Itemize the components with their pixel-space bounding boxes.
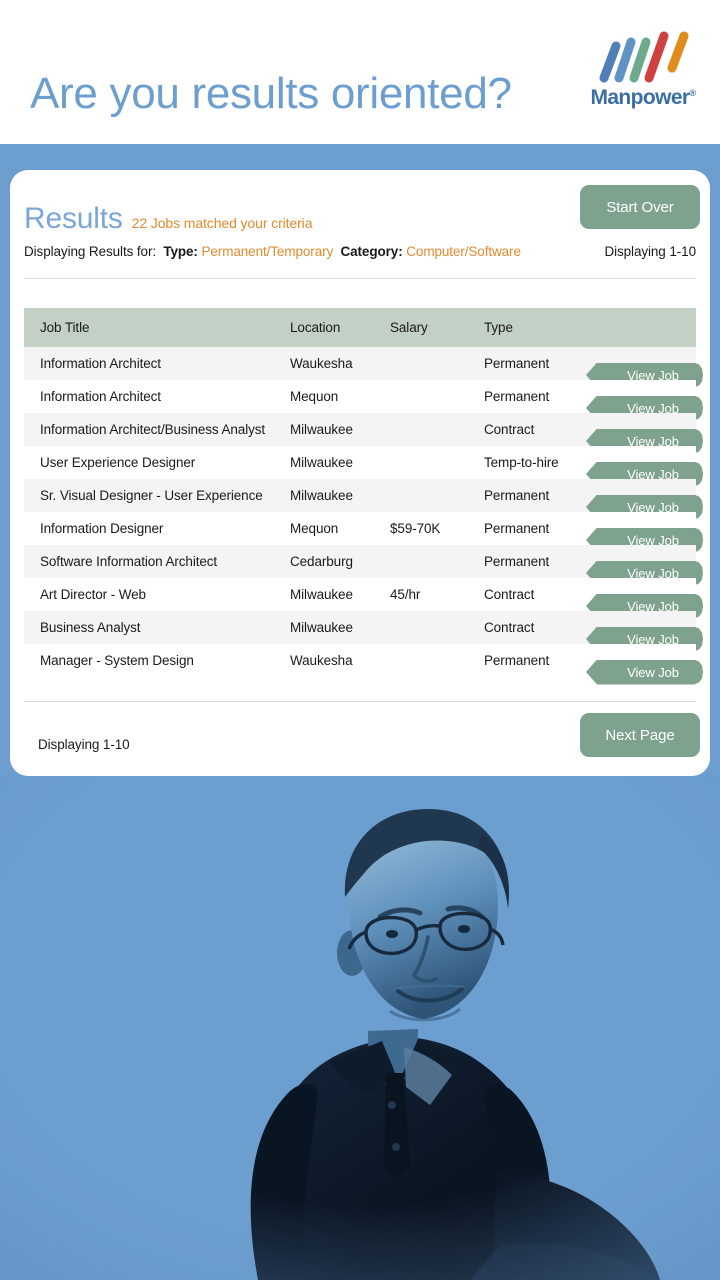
cell-job-title: Information Designer xyxy=(40,521,164,536)
results-heading-row: Results 22 Jobs matched your criteria xyxy=(24,202,312,236)
jobs-table-body: Information Architect Waukesha Permanent Vi… xyxy=(24,347,703,685)
manpower-wordmark: Manpower® xyxy=(588,86,698,110)
table-row: Information Architect/Business Analyst Mi… xyxy=(24,413,703,454)
cell-job-title: Information Architect xyxy=(40,389,161,404)
page-title: Results xyxy=(24,202,123,235)
table-row: Information Architect Mequon Permanent View… xyxy=(24,380,703,421)
criteria-type-value[interactable]: Permanent/Temporary xyxy=(202,244,334,259)
cell-job-title: Information Architect xyxy=(40,356,161,371)
manpower-logo: Manpower® xyxy=(588,28,698,116)
table-row: Software Information Architect Cedarburg P… xyxy=(24,545,703,586)
cell-salary: 45/hr xyxy=(390,587,421,602)
cell-type: Contract xyxy=(484,422,535,437)
manpower-logo-mark-icon xyxy=(599,31,689,83)
cell-location: Waukesha xyxy=(290,653,353,668)
jobs-table-header-row: Job Title Location Salary Type xyxy=(24,308,696,347)
cell-job-title: Sr. Visual Designer - User Experience xyxy=(40,488,263,503)
header-divider xyxy=(24,278,696,279)
cell-location: Milwaukee xyxy=(290,620,353,635)
hero-photo-image xyxy=(0,775,720,1280)
criteria-category-label: Category: xyxy=(340,244,403,259)
page-root: Are you results oriented? Manpower® Resu… xyxy=(0,0,720,1280)
table-row: Sr. Visual Designer - User Experience Mil… xyxy=(24,479,703,520)
cell-type: Contract xyxy=(484,620,535,635)
start-over-button[interactable]: Start Over xyxy=(580,185,700,229)
cell-job-title: User Experience Designer xyxy=(40,455,196,470)
displaying-range-top: Displaying 1-10 xyxy=(604,244,696,259)
results-card-footer: Displaying 1-10 Next Page xyxy=(10,701,710,776)
cell-location: Mequon xyxy=(290,389,339,404)
cell-job-title: Information Architect/Business Analyst xyxy=(40,422,266,437)
criteria-summary: Displaying Results for: Type: Permanent/… xyxy=(24,244,521,259)
cell-location: Milwaukee xyxy=(290,488,353,503)
cell-type: Contract xyxy=(484,587,535,602)
cell-job-title: Software Information Architect xyxy=(40,554,218,569)
table-row: User Experience Designer Milwaukee Temp-to… xyxy=(24,446,703,487)
cell-type: Permanent xyxy=(484,356,550,371)
cell-location: Milwaukee xyxy=(290,587,353,602)
banner-headline: Are you results oriented? xyxy=(30,69,512,118)
table-row: Information Architect Waukesha Permanent Vi… xyxy=(24,347,703,388)
table-row: Information Designer Mequon $59-70K Permane… xyxy=(24,512,703,553)
cell-location: Cedarburg xyxy=(290,554,353,569)
column-header-salary: Salary xyxy=(390,320,428,335)
cell-job-title: Manager - System Design xyxy=(40,653,194,668)
criteria-type-label: Type: xyxy=(163,244,198,259)
view-job-button[interactable]: View Job xyxy=(586,659,703,685)
column-header-location: Location xyxy=(290,320,341,335)
jobs-table: Job Title Location Salary Type Informati… xyxy=(24,308,703,685)
cell-job-title: Business Analyst xyxy=(40,620,141,635)
cell-type: Permanent xyxy=(484,554,550,569)
cell-type: Permanent xyxy=(484,521,550,536)
criteria-category-value[interactable]: Computer/Software xyxy=(406,244,521,259)
cell-type: Permanent xyxy=(484,389,550,404)
next-page-button[interactable]: Next Page xyxy=(580,713,700,757)
results-card-header: Results 22 Jobs matched your criteria Di… xyxy=(10,170,710,278)
criteria-prefix: Displaying Results for: xyxy=(24,244,157,259)
cell-location: Milwaukee xyxy=(290,455,353,470)
displaying-range-bottom: Displaying 1-10 xyxy=(38,737,130,752)
cell-location: Mequon xyxy=(290,521,339,536)
table-row: Business Analyst Milwaukee Contract View Jo… xyxy=(24,611,703,652)
hero-photo xyxy=(0,775,720,1280)
column-header-job-title: Job Title xyxy=(40,320,90,335)
cell-salary: $59-70K xyxy=(390,521,441,536)
cell-type: Permanent xyxy=(484,653,550,668)
cell-job-title: Art Director - Web xyxy=(40,587,146,602)
top-banner: Are you results oriented? Manpower® xyxy=(0,0,720,144)
cell-type: Permanent xyxy=(484,488,550,503)
cell-type: Temp-to-hire xyxy=(484,455,559,470)
registered-mark: ® xyxy=(689,88,697,98)
table-row: Manager - System Design Waukesha Permanent… xyxy=(24,644,703,685)
results-card: Results 22 Jobs matched your criteria Di… xyxy=(10,170,710,776)
cell-location: Milwaukee xyxy=(290,422,353,437)
manpower-wordmark-text: Manpower xyxy=(590,86,690,109)
cell-location: Waukesha xyxy=(290,356,353,371)
column-header-type: Type xyxy=(484,320,513,335)
results-count-text: 22 Jobs matched your criteria xyxy=(131,215,313,231)
table-row: Art Director - Web Milwaukee 45/hr Contract… xyxy=(24,578,703,619)
